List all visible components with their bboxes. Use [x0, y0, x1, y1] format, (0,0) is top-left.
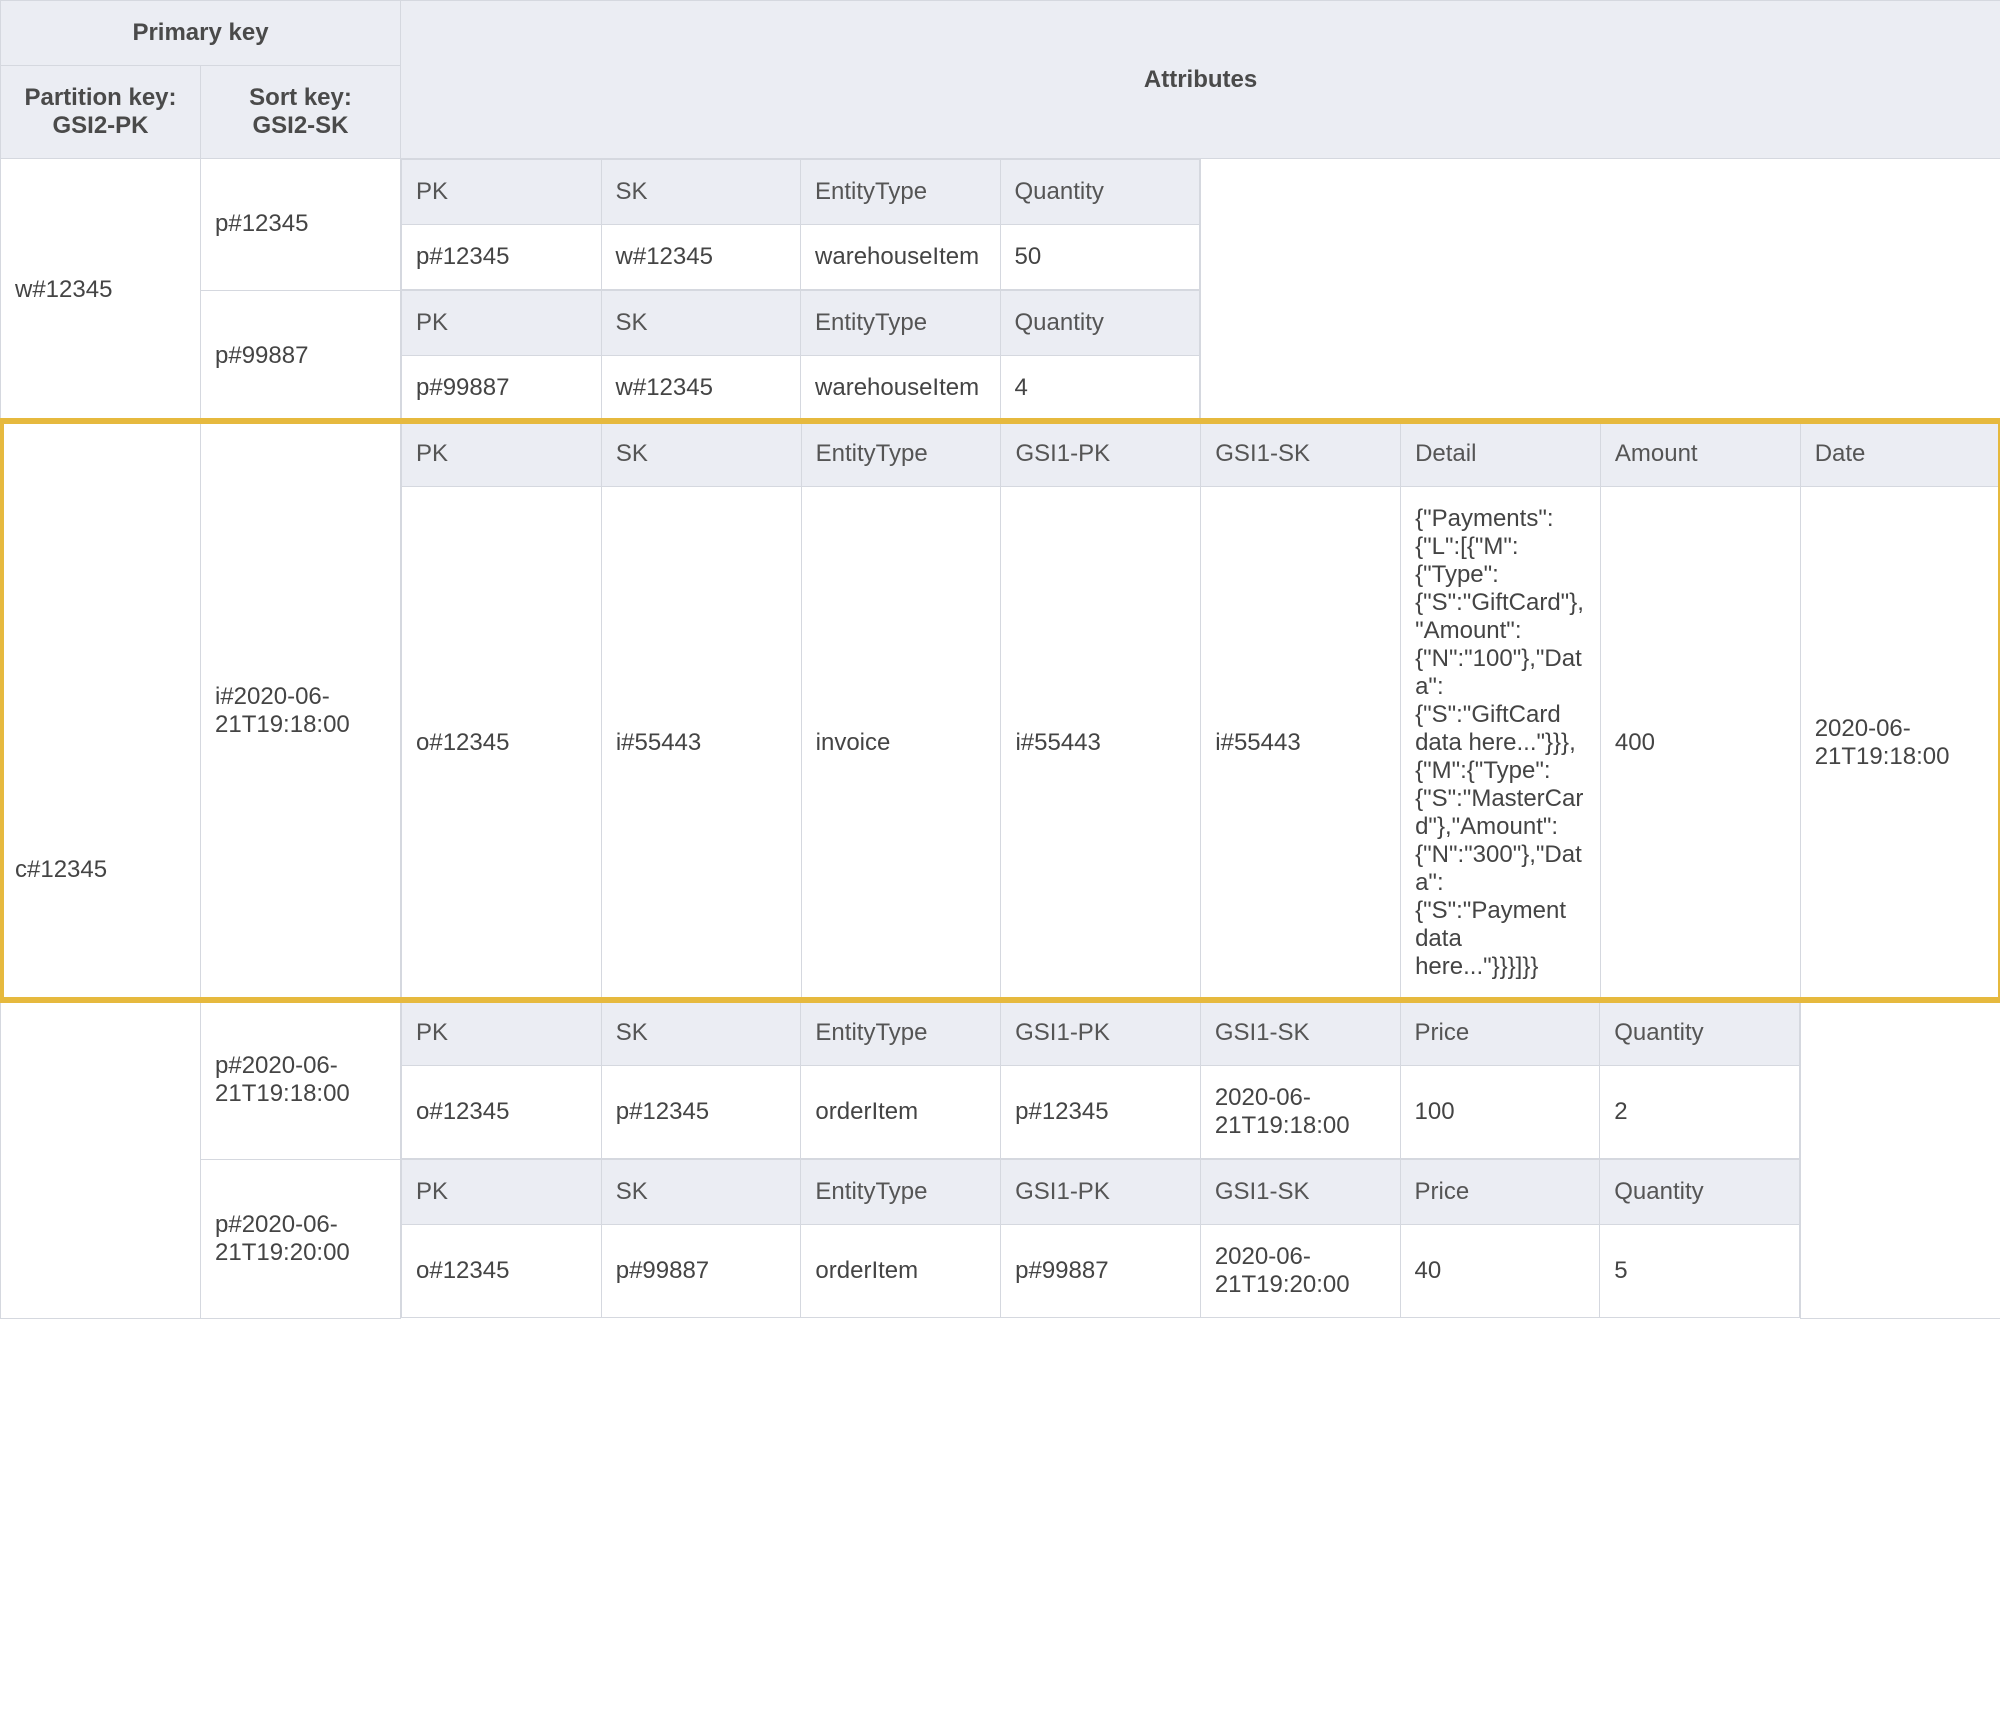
col-gsi1-sk: GSI1-SK — [1200, 1160, 1400, 1225]
attr-gsi1-sk: i#55443 — [1201, 487, 1401, 1000]
sort-key-cell: i#2020-06-21T19:18:00 — [201, 421, 401, 1000]
header-primary-key: Primary key — [1, 1, 401, 66]
attr-gsi1-pk: p#12345 — [1001, 1066, 1201, 1159]
table-row: w#12345 p#12345 PK SK EntityType Quantit… — [1, 159, 2000, 291]
header-sort-key: Sort key: GSI2-SK — [201, 66, 401, 159]
col-amount: Amount — [1600, 422, 1800, 487]
col-sk: SK — [601, 291, 801, 356]
attributes-subtable: PK SK EntityType GSI1-PK GSI1-SK Price Q… — [401, 1000, 1800, 1159]
attributes-subtable: PK SK EntityType Quantity p#12345 w#1234… — [401, 159, 1200, 290]
col-price: Price — [1400, 1160, 1600, 1225]
col-pk: PK — [402, 291, 602, 356]
attr-gsi1-sk: 2020-06-21T19:20:00 — [1200, 1225, 1400, 1318]
attr-sk: w#12345 — [601, 225, 801, 290]
attr-entity-type: invoice — [801, 487, 1001, 1000]
attr-sk: i#55443 — [601, 487, 801, 1000]
col-quantity: Quantity — [1000, 291, 1200, 356]
col-entity-type: EntityType — [801, 291, 1001, 356]
col-sk: SK — [601, 422, 801, 487]
attr-pk: o#12345 — [402, 1225, 602, 1318]
col-entity-type: EntityType — [801, 160, 1001, 225]
col-pk: PK — [402, 1160, 602, 1225]
table-row: p#99887 PK SK EntityType Quantity p#9988… — [1, 290, 2000, 421]
col-gsi1-pk: GSI1-PK — [1001, 422, 1201, 487]
attr-sk: p#99887 — [601, 1225, 801, 1318]
dynamodb-index-table: Primary key Attributes Partition key: GS… — [0, 0, 2000, 1319]
partition-key-cell: w#12345 — [1, 159, 201, 422]
col-quantity: Quantity — [1600, 1001, 1800, 1066]
header-partition-key: Partition key: GSI2-PK — [1, 66, 201, 159]
col-gsi1-pk: GSI1-PK — [1001, 1160, 1201, 1225]
attr-price: 100 — [1400, 1066, 1600, 1159]
col-gsi1-sk: GSI1-SK — [1201, 422, 1401, 487]
col-entity-type: EntityType — [801, 422, 1001, 487]
col-price: Price — [1400, 1001, 1600, 1066]
table-row: p#2020-06-21T19:18:00 PK SK EntityType G… — [1, 1000, 2000, 1159]
table-row: c#12345 i#2020-06-21T19:18:00 PK SK Enti… — [1, 421, 2000, 1000]
col-sk: SK — [601, 160, 801, 225]
attributes-subtable: PK SK EntityType GSI1-PK GSI1-SK Detail … — [401, 421, 2000, 1000]
attr-pk: p#99887 — [402, 356, 602, 421]
col-entity-type: EntityType — [801, 1160, 1001, 1225]
col-gsi1-sk: GSI1-SK — [1200, 1001, 1400, 1066]
attr-entity-type: warehouseItem — [801, 356, 1001, 421]
sort-key-cell: p#12345 — [201, 159, 401, 291]
col-entity-type: EntityType — [801, 1001, 1001, 1066]
attr-sk: p#12345 — [601, 1066, 801, 1159]
attr-gsi1-sk: 2020-06-21T19:18:00 — [1200, 1066, 1400, 1159]
attr-entity-type: orderItem — [801, 1066, 1001, 1159]
attr-amount: 400 — [1600, 487, 1800, 1000]
col-sk: SK — [601, 1160, 801, 1225]
sort-key-cell: p#99887 — [201, 290, 401, 421]
attr-quantity: 4 — [1000, 356, 1200, 421]
attr-detail: {"Payments":{"L":[{"M":{"Type":{"S":"Gif… — [1401, 487, 1601, 1000]
attr-quantity: 2 — [1600, 1066, 1800, 1159]
sort-key-cell: p#2020-06-21T19:18:00 — [201, 1000, 401, 1159]
col-gsi1-pk: GSI1-PK — [1001, 1001, 1201, 1066]
attr-date: 2020-06-21T19:18:00 — [1800, 487, 2000, 1000]
attributes-subtable: PK SK EntityType GSI1-PK GSI1-SK Price Q… — [401, 1159, 1800, 1318]
table-row: p#2020-06-21T19:20:00 PK SK EntityType G… — [1, 1159, 2000, 1318]
header-attributes: Attributes — [401, 1, 2000, 159]
col-detail: Detail — [1401, 422, 1601, 487]
col-pk: PK — [402, 422, 602, 487]
attr-quantity: 50 — [1000, 225, 1200, 290]
col-pk: PK — [402, 160, 602, 225]
col-quantity: Quantity — [1600, 1160, 1800, 1225]
attr-entity-type: warehouseItem — [801, 225, 1001, 290]
attr-pk: p#12345 — [402, 225, 602, 290]
sort-key-cell: p#2020-06-21T19:20:00 — [201, 1159, 401, 1318]
col-date: Date — [1800, 422, 2000, 487]
attr-quantity: 5 — [1600, 1225, 1800, 1318]
attr-pk: o#12345 — [402, 487, 602, 1000]
col-pk: PK — [402, 1001, 602, 1066]
attr-entity-type: orderItem — [801, 1225, 1001, 1318]
attr-pk: o#12345 — [402, 1066, 602, 1159]
partition-key-cell: c#12345 — [1, 421, 201, 1318]
attr-price: 40 — [1400, 1225, 1600, 1318]
attr-sk: w#12345 — [601, 356, 801, 421]
attr-gsi1-pk: i#55443 — [1001, 487, 1201, 1000]
attributes-subtable: PK SK EntityType Quantity p#99887 w#1234… — [401, 290, 1200, 421]
attr-gsi1-pk: p#99887 — [1001, 1225, 1201, 1318]
col-quantity: Quantity — [1000, 160, 1200, 225]
col-sk: SK — [601, 1001, 801, 1066]
